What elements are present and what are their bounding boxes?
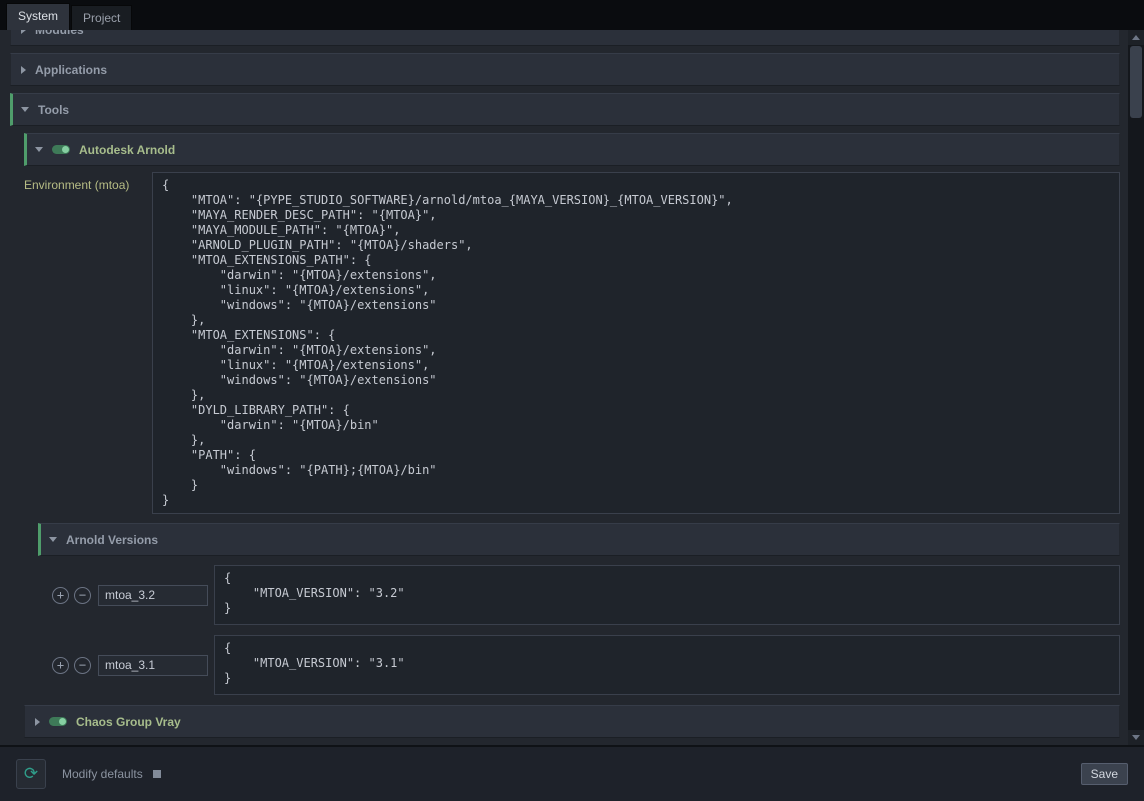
- section-arnold-versions[interactable]: Arnold Versions: [38, 523, 1120, 556]
- save-button[interactable]: Save: [1081, 763, 1128, 785]
- vertical-scrollbar[interactable]: [1128, 30, 1144, 745]
- section-applications[interactable]: Applications: [10, 53, 1120, 86]
- section-chaos-group-vray-label: Chaos Group Vray: [76, 715, 181, 729]
- section-autodesk-arnold-label: Autodesk Arnold: [79, 143, 175, 157]
- section-chaos-group-vray[interactable]: Chaos Group Vray: [24, 705, 1120, 738]
- arrow-down-icon: [1132, 735, 1140, 740]
- chevron-right-icon: [35, 718, 40, 726]
- section-modules[interactable]: Modules: [10, 30, 1120, 46]
- chevron-down-icon: [35, 147, 43, 152]
- scrollbar-thumb[interactable]: [1130, 46, 1142, 118]
- chevron-right-icon: [21, 30, 26, 34]
- version-key-input[interactable]: [98, 655, 208, 676]
- tab-system[interactable]: System: [6, 3, 70, 30]
- tab-project[interactable]: Project: [71, 5, 132, 30]
- chevron-down-icon: [21, 107, 29, 112]
- scroll-up-button[interactable]: [1128, 30, 1144, 45]
- remove-version-button[interactable]: −: [74, 657, 91, 674]
- chevron-down-icon: [49, 537, 57, 542]
- environment-textarea[interactable]: { "MTOA": "{PYPE_STUDIO_SOFTWARE}/arnold…: [152, 172, 1120, 514]
- section-tools[interactable]: Tools: [10, 93, 1120, 126]
- tab-bar: System Project: [0, 0, 1144, 30]
- settings-scroll-area: Modules Applications Tools Autodesk Arno…: [0, 30, 1128, 745]
- environment-label: Environment (mtoa): [24, 172, 146, 192]
- arnold-versions-list: + − { "MTOA_VERSION": "3.2" } + − { "MTO…: [52, 565, 1120, 695]
- modify-defaults-checkbox[interactable]: [153, 770, 161, 778]
- section-tools-label: Tools: [38, 103, 69, 117]
- chevron-right-icon: [21, 66, 26, 74]
- arrow-up-icon: [1132, 35, 1140, 40]
- refresh-button[interactable]: ⟳: [16, 759, 46, 789]
- add-version-button[interactable]: +: [52, 587, 69, 604]
- modify-defaults-label: Modify defaults: [62, 767, 143, 781]
- version-value-textarea[interactable]: { "MTOA_VERSION": "3.1" }: [214, 635, 1120, 695]
- footer-bar: ⟳ Modify defaults Save: [0, 745, 1144, 801]
- tools-section-body: Autodesk Arnold Environment (mtoa) { "MT…: [24, 133, 1120, 738]
- arnold-section-body: Arnold Versions: [38, 523, 1120, 556]
- version-row: + − { "MTOA_VERSION": "3.1" }: [52, 635, 1120, 695]
- settings-window: System Project Modules Applications Tool…: [0, 0, 1144, 801]
- arnold-enabled-toggle[interactable]: [52, 145, 70, 154]
- scroll-down-button[interactable]: [1128, 730, 1144, 745]
- remove-version-button[interactable]: −: [74, 587, 91, 604]
- section-arnold-versions-label: Arnold Versions: [66, 533, 158, 547]
- refresh-icon: ⟳: [24, 764, 38, 783]
- version-value-textarea[interactable]: { "MTOA_VERSION": "3.2" }: [214, 565, 1120, 625]
- section-applications-label: Applications: [35, 63, 107, 77]
- version-key-input[interactable]: [98, 585, 208, 606]
- section-autodesk-arnold[interactable]: Autodesk Arnold: [24, 133, 1120, 166]
- section-modules-label: Modules: [35, 30, 84, 37]
- environment-row: Environment (mtoa) { "MTOA": "{PYPE_STUD…: [24, 172, 1120, 514]
- add-version-button[interactable]: +: [52, 657, 69, 674]
- vray-enabled-toggle[interactable]: [49, 717, 67, 726]
- version-row: + − { "MTOA_VERSION": "3.2" }: [52, 565, 1120, 625]
